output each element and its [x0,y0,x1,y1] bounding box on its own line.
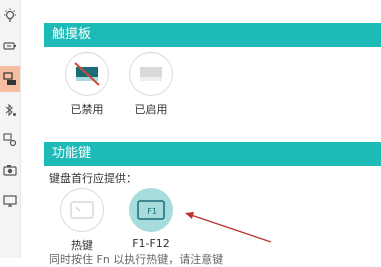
touchpad-enabled-label: 已启用 [134,103,168,116]
sidebar [0,0,21,258]
f1-f12-circle[interactable]: F1 [129,188,173,232]
keyboard-touchpad-icon[interactable] [0,66,20,92]
function-keys-description: 键盘首行应提供： [49,172,137,185]
function-keys-note: 同时按住 Fn 以执行热键，请注意键 [49,253,224,266]
battery-icon[interactable] [0,33,20,59]
f1-f12-option[interactable]: F1 F1-F12 [121,188,181,250]
network-settings-icon[interactable] [0,127,20,153]
touchpad-section-header: 触摸板 [44,23,381,47]
touchpad-enabled-icon [140,67,162,81]
hotkey-circle[interactable] [60,188,104,232]
touchpad-enabled-option[interactable]: 已启用 [121,52,181,117]
monitor-icon[interactable] [0,188,20,214]
hotkey-icon [70,201,94,219]
touchpad-enabled-circle[interactable] [129,52,173,96]
touchpad-disabled-option[interactable]: 已禁用 [57,52,117,117]
camera-icon[interactable] [0,157,20,183]
f1-key-text: F1 [147,207,157,216]
touchpad-disabled-circle[interactable] [65,52,109,96]
f1-f12-label: F1-F12 [132,237,170,250]
annotation-arrow-icon [185,212,272,243]
f1-key-icon: F1 [137,200,165,220]
bluetooth-settings-icon[interactable] [0,97,20,123]
touchpad-disabled-icon [74,62,100,86]
function-keys-section-header: 功能键 [44,142,381,166]
touchpad-disabled-label: 已禁用 [70,103,104,116]
lightbulb-icon[interactable] [0,3,20,29]
hotkey-option[interactable]: 热键 [52,188,112,253]
